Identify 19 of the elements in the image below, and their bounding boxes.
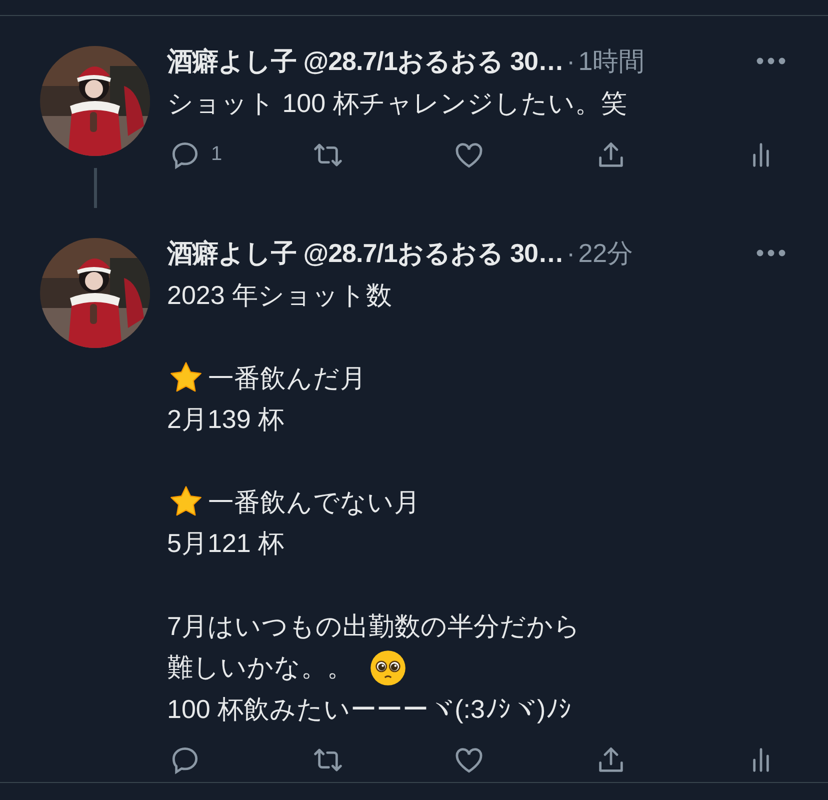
reply-count: 1	[211, 143, 222, 166]
author-name[interactable]: 酒癖よし子 @28.7/1おるおる 30…	[167, 236, 564, 270]
tweet-text: 難しいかな。。	[167, 651, 353, 684]
timestamp[interactable]: 1時間	[578, 44, 645, 78]
emoji-icon	[369, 648, 407, 687]
separator: ·	[566, 238, 576, 268]
tweet-text: 一番飲んでない月	[208, 486, 420, 518]
more-icon[interactable]	[756, 57, 786, 65]
author-name[interactable]: 酒癖よし子 @28.7/1おるおる 30…	[167, 44, 564, 78]
tweet-text: 5月121 杯	[167, 527, 284, 560]
tweet-text: 7月はいつもの出勤数の半分だから	[167, 610, 580, 642]
timestamp[interactable]: 22分	[578, 236, 634, 270]
separator: ·	[566, 46, 576, 76]
more-icon[interactable]	[756, 249, 786, 257]
tweet-text: 2月139 杯	[167, 403, 284, 436]
tweet-text: 100 杯飲みたいーーーヾ(:3ﾉｼヾ)ﾉｼ	[167, 692, 572, 726]
tweet-text: 2023 年ショット数	[167, 279, 392, 312]
tweet-text: ショット 100 杯チャレンジしたい。笑	[167, 87, 627, 120]
tweet-text: 一番飲んだ月	[208, 362, 366, 394]
